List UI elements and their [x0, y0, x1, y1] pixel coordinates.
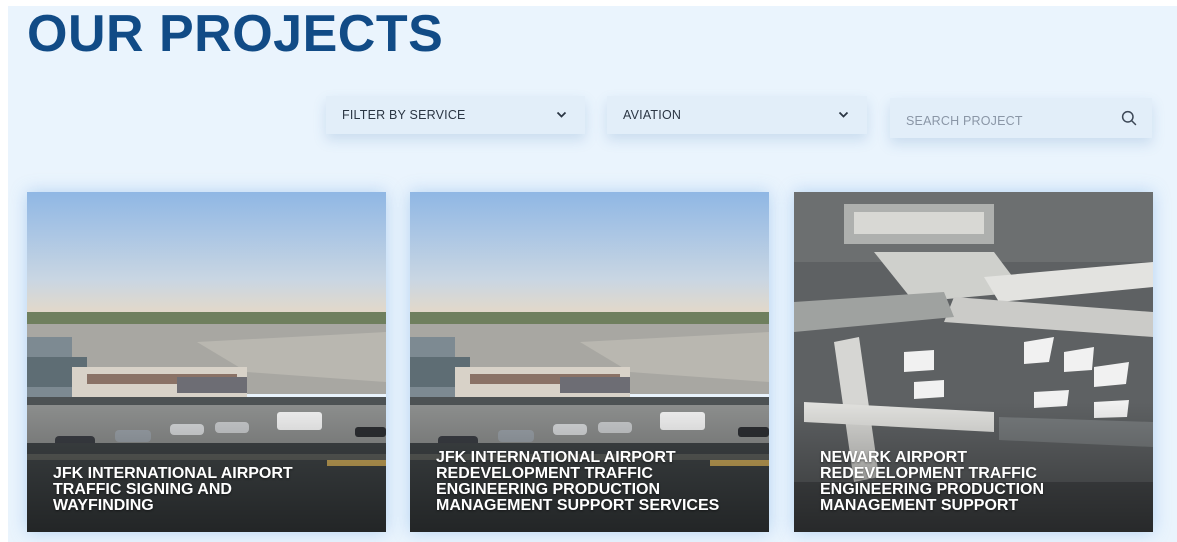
chevron-down-icon	[837, 109, 849, 121]
project-title: JFK INTERNATIONAL AIRPORT REDEVELOPMENT …	[436, 449, 720, 514]
search-box	[890, 98, 1152, 138]
search-input[interactable]	[904, 107, 1120, 129]
project-title: NEWARK AIRPORT REDEVELOPMENT TRAFFIC ENG…	[820, 449, 1045, 514]
chevron-down-icon	[555, 109, 567, 121]
project-card[interactable]: JFK INTERNATIONAL AIRPORT REDEVELOPMENT …	[410, 192, 769, 532]
project-title: JFK INTERNATIONAL AIRPORT TRAFFIC SIGNIN…	[53, 465, 293, 514]
projects-page: OUR PROJECTS FILTER BY SERVICE AVIATION	[8, 6, 1177, 542]
filter-bar: FILTER BY SERVICE AVIATION	[8, 96, 1177, 140]
service-filter-value: FILTER BY SERVICE	[342, 108, 466, 122]
service-filter-dropdown[interactable]: FILTER BY SERVICE	[326, 96, 585, 134]
search-icon[interactable]	[1120, 109, 1138, 127]
project-grid: JFK INTERNATIONAL AIRPORT TRAFFIC SIGNIN…	[8, 192, 1177, 534]
page-title: OUR PROJECTS	[27, 6, 444, 63]
project-card[interactable]: JFK INTERNATIONAL AIRPORT TRAFFIC SIGNIN…	[27, 192, 386, 532]
category-filter-value: AVIATION	[623, 108, 682, 122]
project-card[interactable]: NEWARK AIRPORT REDEVELOPMENT TRAFFIC ENG…	[794, 192, 1153, 532]
category-filter-dropdown[interactable]: AVIATION	[607, 96, 867, 134]
